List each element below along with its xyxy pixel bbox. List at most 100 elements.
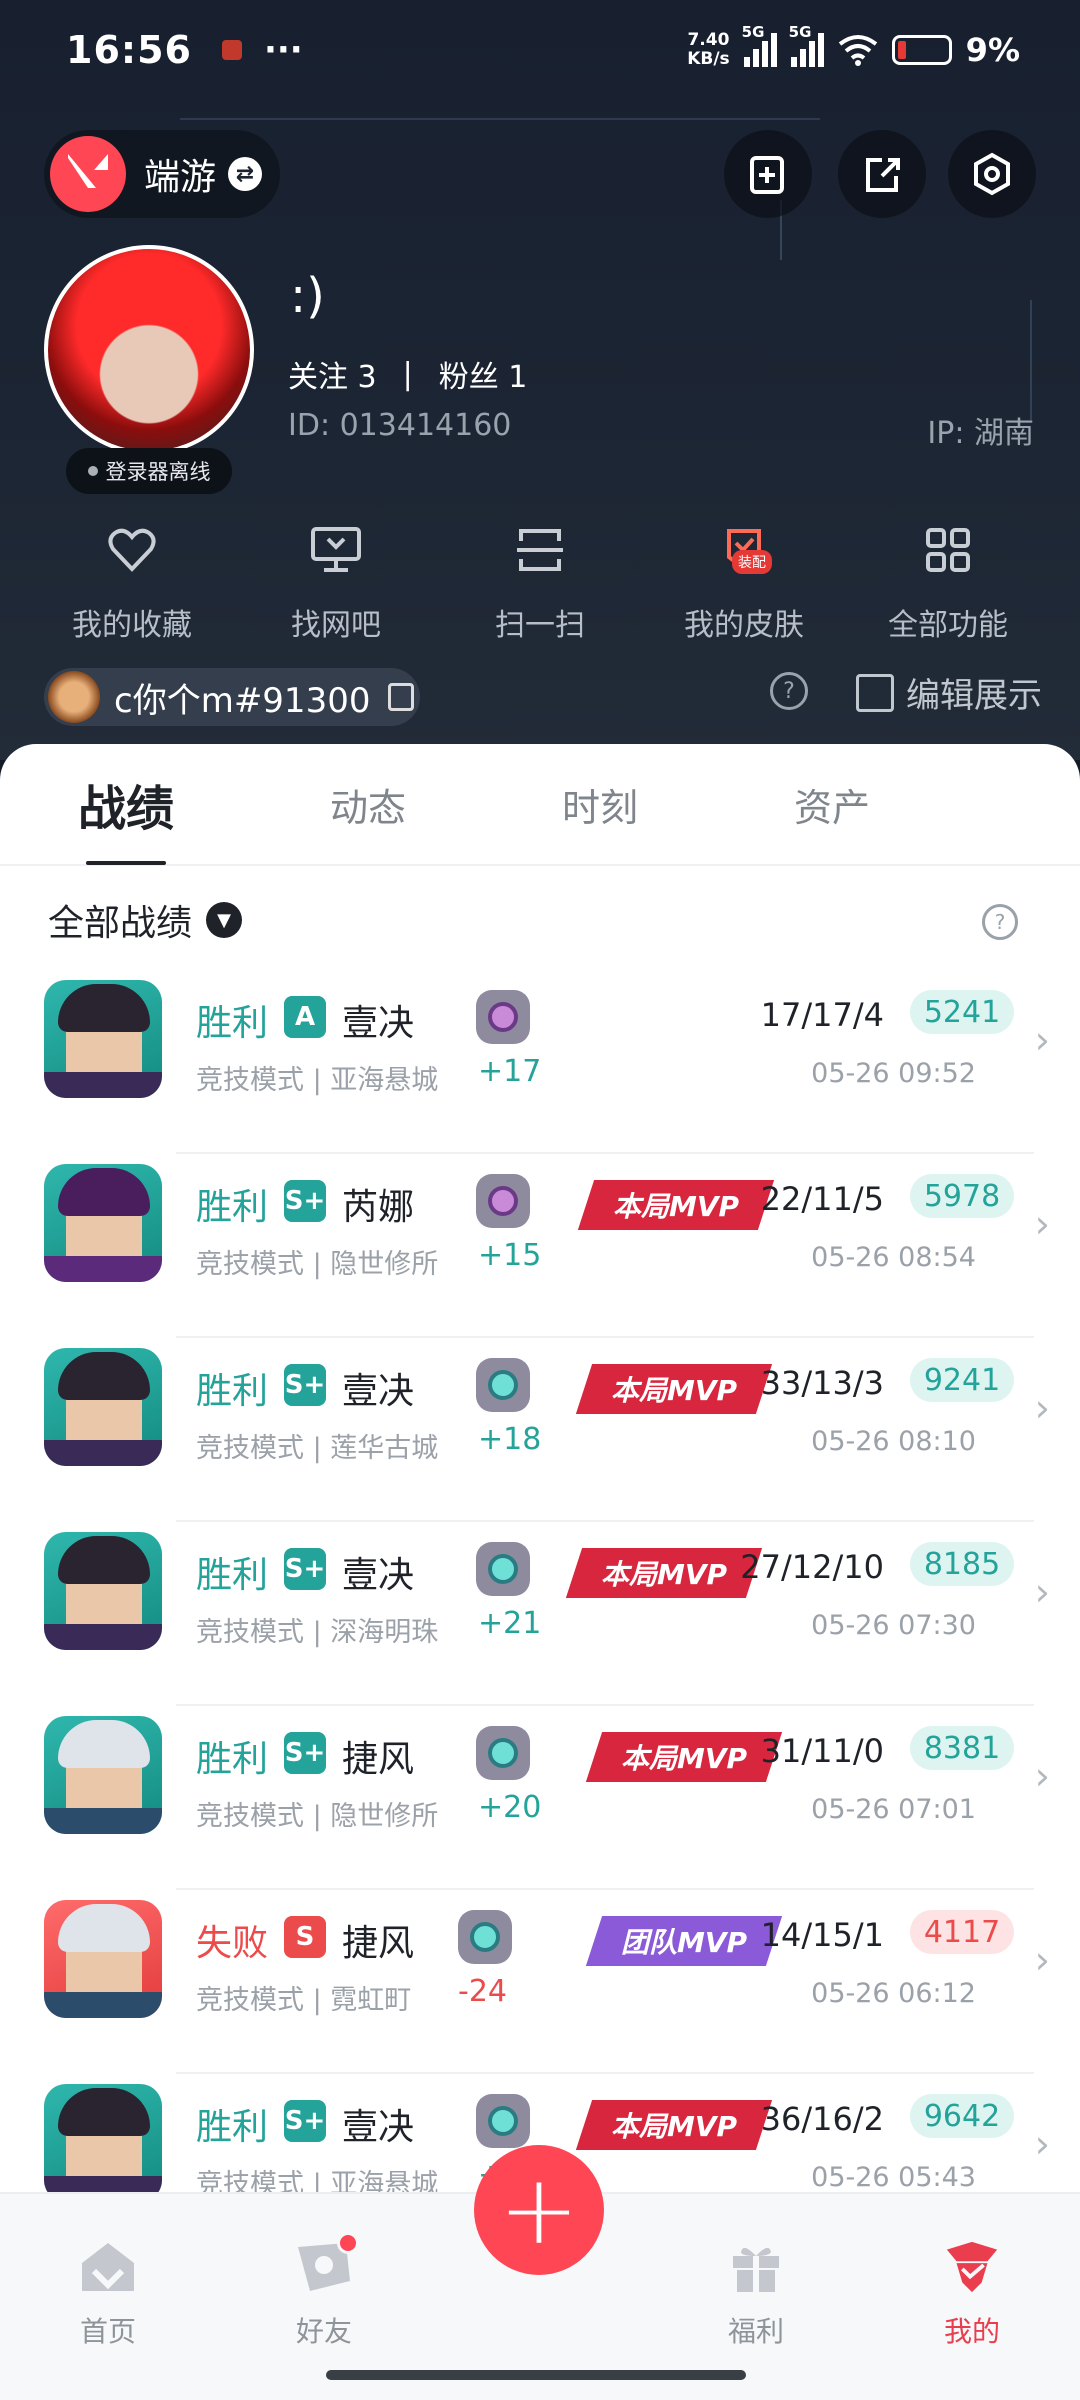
rank-badge: S+ <box>284 1364 326 1406</box>
tier-medal-icon <box>476 1174 530 1228</box>
tier-medal-icon <box>476 1726 530 1780</box>
match-result: 胜利 <box>196 1187 269 1228</box>
share-button[interactable] <box>838 130 926 218</box>
match-row[interactable]: 胜利 S+ 捷风 竞技模式 | 隐世修所 +20 本局MVP 31/11/0 8… <box>0 1706 1080 1890</box>
edit-display-label: 编辑展示 <box>906 676 1042 716</box>
riot-account-chip[interactable]: c你个m#91300 <box>44 668 420 726</box>
match-mode: 竞技模式 | 莲华古城 <box>196 1433 439 1464</box>
combat-score: 5978 <box>910 1174 1014 1218</box>
nav-label: 福利 <box>727 2315 784 2348</box>
quick-action-label: 扫一扫 <box>495 608 585 643</box>
match-row[interactable]: 胜利 S+ 壹决 竞技模式 | 深海明珠 +21 本局MVP 27/12/10 … <box>0 1522 1080 1706</box>
help-icon[interactable]: ? <box>982 904 1018 940</box>
match-mode: 竞技模式 | 亚海悬城 <box>196 1065 439 1096</box>
stats-divider: | <box>402 356 413 392</box>
records-filter[interactable]: 全部战绩 ▼ <box>48 894 243 946</box>
match-mode: 竞技模式 | 隐世修所 <box>196 1801 439 1832</box>
agent-portrait <box>44 2084 162 2202</box>
copy-icon[interactable] <box>388 683 415 711</box>
combat-score: 8381 <box>910 1726 1014 1770</box>
login-status-text: 登录器离线 <box>105 460 211 484</box>
quick-action-all[interactable]: 全部功能 <box>846 520 1050 644</box>
agent-name: 捷风 <box>342 1739 415 1780</box>
chevron-right-icon: › <box>1034 1018 1050 1062</box>
create-post-button[interactable]: + <box>474 2145 604 2275</box>
follow-stats: 关注 3 | 粉丝 1 <box>288 352 527 396</box>
login-status-badge: 登录器离线 <box>66 448 232 494</box>
game-switcher[interactable]: 端游 ⇄ <box>44 130 280 218</box>
filter-label: 全部战绩 <box>48 903 193 944</box>
tier-medal-icon <box>458 1910 512 1964</box>
match-result: 胜利 <box>196 1003 269 1044</box>
match-time: 05-26 08:54 <box>811 1242 976 1273</box>
tab-records[interactable]: 战绩 <box>78 769 174 865</box>
match-row[interactable]: 胜利 A 壹决 竞技模式 | 亚海悬城 +17 17/17/4 5241 05-… <box>0 970 1080 1154</box>
following-count[interactable]: 关注 3 <box>288 352 377 396</box>
tab-moments[interactable]: 时刻 <box>562 777 638 832</box>
chevron-right-icon: › <box>1034 1570 1050 1614</box>
kda: 22/11/5 <box>760 1180 884 1218</box>
scan-icon <box>510 520 570 580</box>
match-row[interactable]: 失败 S 捷风 竞技模式 | 霓虹町 -24 团队MVP 14/15/1 411… <box>0 1890 1080 2074</box>
share-icon <box>866 158 900 192</box>
tab-assets[interactable]: 资产 <box>794 777 870 832</box>
nav-friends[interactable]: 好友 <box>254 2232 394 2350</box>
match-result: 胜利 <box>196 1739 269 1780</box>
add-post-button[interactable] <box>724 130 812 218</box>
match-result: 胜利 <box>196 1371 269 1412</box>
combat-score: 4117 <box>910 1910 1014 1954</box>
agent-name: 壹决 <box>342 2107 415 2148</box>
rank-badge: S+ <box>284 1180 326 1222</box>
followers-count[interactable]: 粉丝 1 <box>439 352 528 396</box>
agent-name: 芮娜 <box>342 1187 415 1228</box>
edit-display-button[interactable]: 编辑展示 <box>856 668 1042 717</box>
agent-name: 壹决 <box>342 1555 415 1596</box>
valorant-logo-icon <box>50 136 126 212</box>
match-row[interactable]: 胜利 S+ 芮娜 竞技模式 | 隐世修所 +15 本局MVP 22/11/5 5… <box>0 1154 1080 1338</box>
nav-benefits[interactable]: 福利 <box>686 2238 826 2350</box>
quick-action-label: 我的皮肤 <box>684 608 804 643</box>
signal-icon: 5G <box>789 23 824 67</box>
battery-percent: 9% <box>965 31 1020 69</box>
settings-button[interactable] <box>948 130 1036 218</box>
battery-icon <box>891 35 952 65</box>
status-right: 7.40 KB/s 5G 5G 9% <box>687 23 1020 69</box>
nav-label: 好友 <box>295 2315 352 2348</box>
tab-feed[interactable]: 动态 <box>330 777 406 832</box>
mvp-badge: 本局MVP <box>575 1364 773 1414</box>
mvp-badge: 本局MVP <box>577 1180 775 1230</box>
match-row[interactable]: 胜利 S+ 壹决 竞技模式 | 莲华古城 +18 本局MVP 33/13/3 9… <box>0 1338 1080 1522</box>
rank-delta: +17 <box>478 1054 542 1089</box>
skin-badge: 装配 <box>732 550 772 574</box>
avatar[interactable] <box>44 245 254 455</box>
tier-medal-icon <box>476 1542 530 1596</box>
mvp-badge: 本局MVP <box>565 1548 763 1598</box>
tier-medal-icon <box>476 2094 530 2148</box>
quick-action-scan[interactable]: 扫一扫 <box>438 520 642 644</box>
match-time: 05-26 07:30 <box>811 1610 976 1641</box>
settings-hex-icon <box>974 152 1010 196</box>
agent-portrait <box>44 1164 162 1282</box>
nav-mine[interactable]: 我的 <box>902 2238 1042 2350</box>
help-icon[interactable]: ? <box>770 672 808 710</box>
notification-dot <box>337 2232 359 2254</box>
agent-name: 壹决 <box>342 1371 415 1412</box>
nav-home[interactable]: 首页 <box>38 2238 178 2350</box>
tier-medal-icon <box>476 990 530 1044</box>
monitor-icon <box>306 520 366 580</box>
kda: 33/13/3 <box>760 1364 884 1402</box>
quick-action-favorites[interactable]: 我的收藏 <box>30 520 234 644</box>
swap-icon: ⇄ <box>228 157 263 191</box>
combat-score: 5241 <box>910 990 1014 1034</box>
rank-delta: -24 <box>458 1974 507 2009</box>
agent-portrait <box>44 1532 162 1650</box>
heart-icon <box>102 520 162 580</box>
quick-action-netcafe[interactable]: 找网吧 <box>234 520 438 644</box>
status-dot-icon <box>87 466 98 476</box>
chevron-down-icon: ▼ <box>206 902 243 938</box>
match-result: 胜利 <box>196 2107 269 2148</box>
home-indicator[interactable] <box>326 2370 746 2380</box>
user-id: ID: 013414160 <box>288 408 512 443</box>
quick-action-skins[interactable]: 装配 我的皮肤 <box>642 520 846 644</box>
chevron-right-icon: › <box>1034 1938 1050 1982</box>
